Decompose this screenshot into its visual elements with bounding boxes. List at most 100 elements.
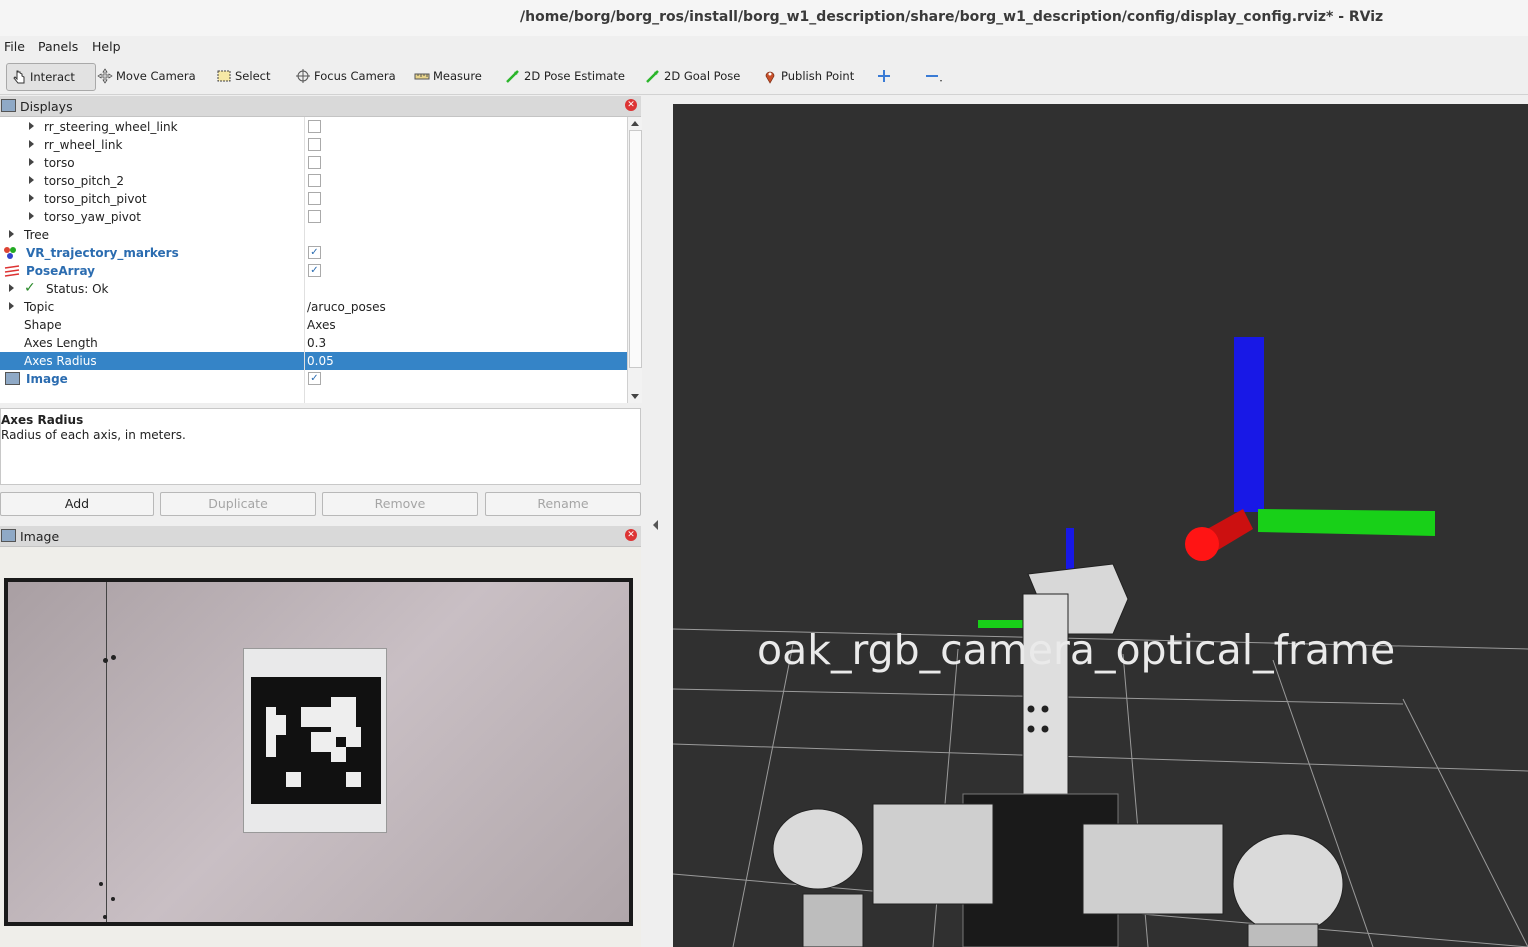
hand-pointer-icon — [11, 69, 27, 85]
focus-camera-tool[interactable]: Focus Camera — [295, 63, 396, 89]
menu-file[interactable]: File — [4, 39, 25, 54]
aruco-marker-paper — [243, 648, 387, 833]
row-label: Image — [26, 372, 68, 386]
crosshair-icon — [295, 68, 311, 84]
remove-tool-button[interactable] — [924, 63, 943, 89]
row-checkbox[interactable] — [308, 120, 321, 133]
tree-row-selected[interactable]: Axes Radius 0.05 — [0, 352, 627, 370]
camera-image — [4, 578, 633, 926]
expand-arrow-icon[interactable] — [9, 284, 14, 292]
row-value[interactable]: 0.3 — [307, 336, 326, 350]
tree-row[interactable]: Axes Length 0.3 — [0, 334, 627, 352]
scroll-up-icon[interactable] — [631, 121, 639, 126]
tree-row[interactable]: rr_steering_wheel_link — [0, 118, 627, 136]
row-value[interactable]: /aruco_poses — [307, 300, 386, 314]
green-arrow-icon — [645, 68, 661, 84]
expand-arrow-icon[interactable] — [9, 230, 14, 238]
3d-scene — [673, 337, 1528, 947]
toolbar: Interact Move Camera Select Focus Camera… — [0, 58, 1528, 95]
row-label: torso — [44, 156, 75, 170]
menu-help[interactable]: Help — [92, 39, 121, 54]
image-icon — [1, 529, 16, 542]
expand-arrow-icon[interactable] — [29, 194, 34, 202]
wall-edge-line — [106, 582, 107, 922]
row-label: Topic — [24, 300, 55, 314]
panel-collapse-handle[interactable] — [653, 520, 658, 530]
rename-button[interactable]: Rename — [485, 492, 641, 516]
close-icon[interactable]: ✕ — [625, 529, 637, 541]
displays-panel-header: Displays ✕ — [0, 96, 641, 117]
tree-row[interactable]: Image ✓ — [0, 370, 627, 388]
menu-panels[interactable]: Panels — [38, 39, 78, 54]
row-label: Axes Radius — [24, 354, 97, 368]
tree-row[interactable]: Topic /aruco_poses — [0, 298, 627, 316]
tree-row[interactable]: VR_trajectory_markers ✓ — [0, 244, 627, 262]
ruler-icon — [414, 68, 430, 84]
expand-arrow-icon[interactable] — [29, 176, 34, 184]
row-value[interactable]: Axes — [307, 318, 336, 332]
row-checkbox[interactable]: ✓ — [308, 246, 321, 259]
plus-icon — [876, 68, 892, 84]
expand-arrow-icon[interactable] — [29, 212, 34, 220]
pose-estimate-tool[interactable]: 2D Pose Estimate — [505, 63, 625, 89]
tree-row[interactable]: torso_yaw_pivot — [0, 208, 627, 226]
marker-array-icon — [3, 246, 21, 263]
pose-estimate-label: 2D Pose Estimate — [524, 69, 625, 83]
3d-viewport[interactable]: oak_rgb_camera_optical_frame — [673, 104, 1528, 947]
tree-row[interactable]: torso_pitch_pivot — [0, 190, 627, 208]
aruco-pattern — [266, 697, 361, 787]
tree-row[interactable]: torso_pitch_2 — [0, 172, 627, 190]
image-panel-title: Image — [20, 529, 60, 544]
row-checkbox[interactable] — [308, 192, 321, 205]
displays-tree[interactable]: rr_steering_wheel_link rr_wheel_link tor… — [0, 117, 627, 403]
property-description: Axes Radius Radius of each axis, in mete… — [0, 408, 641, 485]
row-label: torso_pitch_pivot — [44, 192, 147, 206]
title-bar: /home/borg/borg_ros/install/borg_w1_desc… — [0, 0, 1528, 37]
expand-arrow-icon[interactable] — [29, 140, 34, 148]
tree-row[interactable]: Tree — [0, 226, 627, 244]
row-label: torso_pitch_2 — [44, 174, 125, 188]
row-checkbox[interactable] — [308, 210, 321, 223]
measure-tool[interactable]: Measure — [414, 63, 482, 89]
tree-row[interactable]: torso — [0, 154, 627, 172]
interact-label: Interact — [30, 70, 75, 84]
row-label: torso_yaw_pivot — [44, 210, 141, 224]
interact-tool[interactable]: Interact — [6, 63, 96, 91]
row-checkbox[interactable] — [308, 156, 321, 169]
add-tool-button[interactable] — [876, 63, 895, 89]
x-axis-cap — [1185, 527, 1219, 561]
green-arrow-icon — [505, 68, 521, 84]
expand-arrow-icon[interactable] — [29, 158, 34, 166]
goal-pose-tool[interactable]: 2D Goal Pose — [645, 63, 740, 89]
row-checkbox[interactable] — [308, 138, 321, 151]
close-icon[interactable]: ✕ — [625, 99, 637, 111]
row-checkbox[interactable]: ✓ — [308, 372, 321, 385]
row-checkbox[interactable] — [308, 174, 321, 187]
tree-row[interactable]: ✓ Status: Ok — [0, 280, 627, 298]
image-panel-header: Image ✕ — [0, 526, 641, 547]
screw-hole — [103, 658, 108, 663]
row-checkbox[interactable]: ✓ — [308, 264, 321, 277]
scrollbar-thumb[interactable] — [629, 130, 642, 368]
move-camera-tool[interactable]: Move Camera — [97, 63, 196, 89]
screw-hole — [103, 915, 107, 919]
tree-row[interactable]: PoseArray ✓ — [0, 262, 627, 280]
z-axis — [1234, 337, 1264, 512]
tree-row[interactable]: rr_wheel_link — [0, 136, 627, 154]
tree-row[interactable]: Shape Axes — [0, 316, 627, 334]
duplicate-button[interactable]: Duplicate — [160, 492, 316, 516]
row-value[interactable]: 0.05 — [307, 354, 334, 368]
displays-scrollbar[interactable] — [627, 117, 642, 403]
displays-title: Displays — [20, 99, 73, 114]
add-button[interactable]: Add — [0, 492, 154, 516]
description-title: Axes Radius — [1, 413, 84, 427]
expand-arrow-icon[interactable] — [9, 302, 14, 310]
row-label: VR_trajectory_markers — [26, 246, 179, 260]
scroll-down-icon[interactable] — [631, 394, 639, 399]
publish-point-tool[interactable]: Publish Point — [762, 63, 854, 89]
select-tool[interactable]: Select — [216, 63, 270, 89]
goal-pose-label: 2D Goal Pose — [664, 69, 741, 83]
remove-button[interactable]: Remove — [322, 492, 478, 516]
expand-arrow-icon[interactable] — [29, 122, 34, 130]
camera-frame-surface — [8, 582, 629, 922]
